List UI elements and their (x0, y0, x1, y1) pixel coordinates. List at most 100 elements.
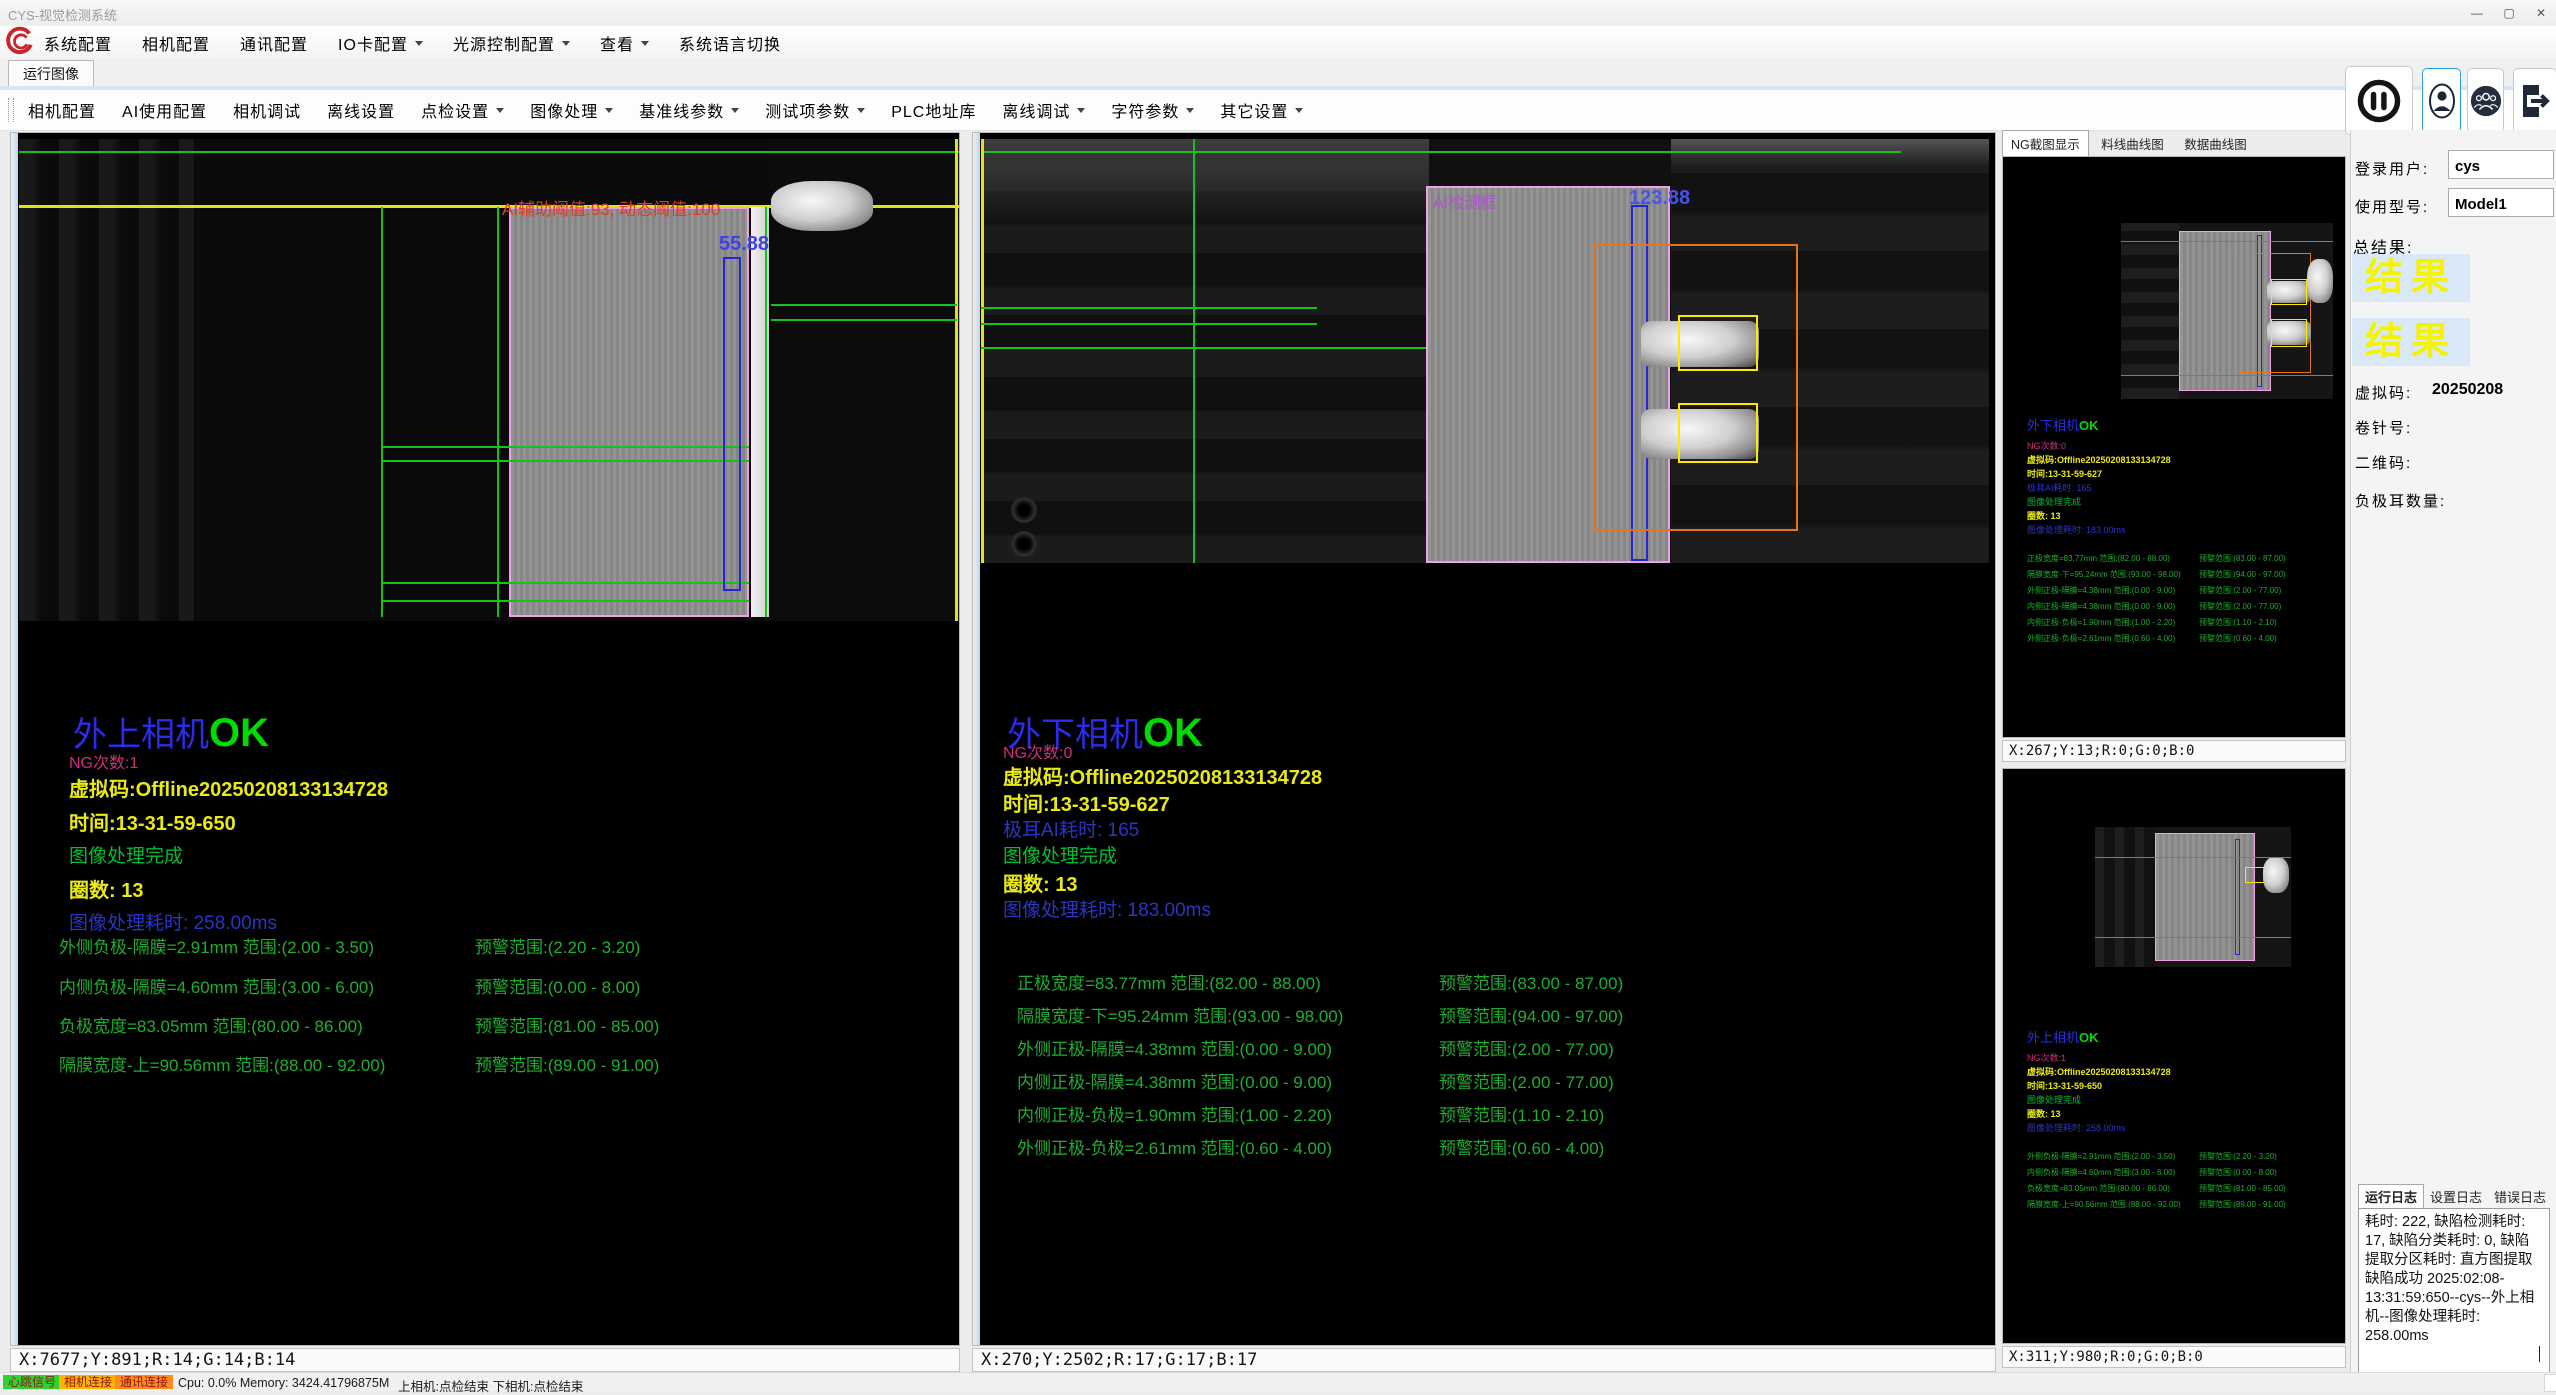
user-button[interactable] (2422, 68, 2461, 133)
measure-rect-orange (1593, 244, 1798, 531)
virtual-code-mini: 虚拟码:Offline20250208133134728 (2027, 1065, 2171, 1078)
users-button[interactable] (2467, 68, 2504, 133)
tab-detect-box-yellow (2271, 279, 2307, 305)
tool-baseline-params[interactable]: 基准线参数 (639, 98, 739, 122)
dropdown-arrow-icon (1295, 108, 1303, 113)
measure-line-h (981, 347, 1429, 349)
exit-button[interactable] (2513, 68, 2556, 133)
toolbar-drag-handle[interactable] (8, 98, 14, 122)
tool-image-processing[interactable]: 图像处理 (530, 98, 613, 122)
measurement-warn: 预警范围:(83.00 - 87.00) (1439, 969, 1623, 994)
process-time-mini: 图像处理耗时: 183.00ms (2027, 523, 2126, 536)
camera-result-title-mini: 外下相机OK (2027, 415, 2099, 434)
tool-test-item-params[interactable]: 测试项参数 (765, 98, 865, 122)
measure-line-h (381, 600, 749, 602)
model-input[interactable] (2448, 188, 2554, 217)
menu-io-card-config[interactable]: IO卡配置 (338, 31, 423, 55)
tool-offline-settings[interactable]: 离线设置 (327, 98, 395, 122)
camera-name: 外上相机 (2027, 1030, 2079, 1045)
close-button[interactable]: ✕ (2526, 2, 2556, 24)
login-user-input[interactable] (2448, 150, 2554, 179)
resize-grip[interactable] (2544, 1374, 2556, 1392)
tab-error-log[interactable]: 错误日志 (2488, 1185, 2552, 1208)
menu-system-config[interactable]: 系统配置 (44, 31, 112, 55)
tab-settings-log[interactable]: 设置日志 (2424, 1185, 2488, 1208)
process-done-mini: 图像处理完成 (2027, 1093, 2081, 1106)
measurement-warn-mini: 预警范围:(1.10 - 2.10) (2199, 617, 2277, 628)
loop-count-label: 圈数: 13 (69, 874, 143, 903)
tab-run-log[interactable]: 运行日志 (2358, 1184, 2424, 1208)
measurement-row-mini: 外侧正极-隔膜=4.38mm 范围:(0.00 - 9.00) (2027, 585, 2175, 596)
tool-camera-config[interactable]: 相机配置 (28, 98, 96, 122)
maximize-button[interactable]: ▢ (2494, 2, 2524, 24)
winding-pin-label: 卷针号: (2355, 417, 2412, 438)
tool-plc-address-lib[interactable]: PLC地址库 (891, 98, 976, 122)
measure-line-h (771, 304, 957, 306)
tool-offline-debug[interactable]: 离线调试 (1002, 98, 1085, 122)
time-label: 时间:13-31-59-650 (69, 807, 236, 836)
measurement-row: 正极宽度=83.77mm 范围:(82.00 - 88.00) (1017, 969, 1321, 994)
upper-camera-image: 55.88 AI辅助阈值:93, 动态阈值:100 (19, 139, 959, 621)
qr-code-label: 二维码: (2355, 452, 2412, 473)
process-done-label: 图像处理完成 (69, 841, 183, 868)
lower-camera-image: AI检测框 123.88 (981, 139, 1989, 563)
pause-button[interactable] (2345, 66, 2413, 135)
screw-dot (1011, 531, 1037, 557)
menu-view[interactable]: 查看 (600, 31, 649, 55)
measurement-warn-mini: 预警范围:(81.00 - 85.00) (2199, 1183, 2286, 1194)
tool-spot-check-settings[interactable]: 点检设置 (421, 98, 504, 122)
minimize-button[interactable]: — (2462, 2, 2492, 24)
tool-ai-use-config[interactable]: AI使用配置 (122, 98, 207, 122)
tool-camera-debug[interactable]: 相机调试 (233, 98, 301, 122)
title-bar: CYS-视觉检测系统 — ▢ ✕ (0, 0, 2556, 27)
result-ok: OK (2079, 1030, 2099, 1045)
menu-light-control-config[interactable]: 光源控制配置 (453, 31, 570, 55)
measurement-warn-mini: 预警范围:(0.00 - 8.00) (2199, 1167, 2277, 1178)
menu-comm-config[interactable]: 通讯配置 (240, 31, 308, 55)
dropdown-arrow-icon (562, 41, 570, 46)
dropdown-arrow-icon (641, 41, 649, 46)
upper-camera-cursor-status: X:7677;Y:891;R:14;G:14;B:14 (10, 1348, 960, 1372)
lower-camera-panel[interactable]: AI检测框 123.88 外下相机OK NG次数:0 虚拟码:Offline20… (972, 132, 1996, 1346)
tab-ng-screenshot[interactable]: NG截图显示 (2002, 130, 2089, 156)
ng-preview-1[interactable]: 外下相机OK NG次数:0 虚拟码:Offline202502081331347… (2002, 156, 2346, 738)
panel-scrollbar[interactable] (11, 133, 18, 1345)
measurement-row-mini: 内侧正极-隔膜=4.38mm 范围:(0.00 - 9.00) (2027, 601, 2175, 612)
tool-other-settings[interactable]: 其它设置 (1220, 98, 1303, 122)
loop-count-mini: 圈数: 13 (2027, 509, 2061, 522)
measure-line-h (981, 307, 1317, 309)
app-logo-icon (4, 26, 34, 61)
loop-count-label: 圈数: 13 (1003, 868, 1077, 897)
edge-line-yellow (955, 139, 958, 621)
metal-tab-blob (2263, 857, 2289, 893)
reference-line (19, 151, 959, 153)
tab-data-curve[interactable]: 数据曲线图 (2176, 131, 2255, 156)
text-cursor (2539, 1346, 2540, 1362)
log-text-area[interactable]: 耗时: 222, 缺陷检测耗时: 17, 缺陷分类耗时: 0, 缺陷提取分区耗时… (2358, 1208, 2550, 1388)
menu-language-switch[interactable]: 系统语言切换 (679, 31, 781, 55)
tool-char-params[interactable]: 字符参数 (1111, 98, 1194, 122)
process-done-mini: 图像处理完成 (2027, 495, 2081, 508)
measurement-row: 内侧正极-隔膜=4.38mm 范围:(0.00 - 9.00) (1017, 1068, 1332, 1093)
measurement-row-mini: 外侧负极-隔膜=2.91mm 范围:(2.00 - 3.50) (2027, 1151, 2175, 1162)
measurement-row: 外侧正极-隔膜=4.38mm 范围:(0.00 - 9.00) (1017, 1035, 1332, 1060)
measurement-row-mini: 内侧负极-隔膜=4.60mm 范围:(3.00 - 6.00) (2027, 1167, 2175, 1178)
measurement-warn-mini: 预警范围:(94.00 - 97.00) (2199, 569, 2286, 580)
virtual-code-value: 20250208 (2432, 381, 2503, 399)
dropdown-arrow-icon (496, 108, 504, 113)
ng-preview-2[interactable]: 外上相机OK NG次数:1 虚拟码:Offline202502081331347… (2002, 768, 2346, 1344)
measurement-warn-mini: 预警范围:(89.00 - 91.00) (2199, 1199, 2286, 1210)
measurement-warn: 预警范围:(0.00 - 8.00) (475, 973, 640, 998)
view-tab-row (0, 58, 2556, 86)
loop-count-mini: 圈数: 13 (2027, 1107, 2061, 1120)
ng-count-label: NG次数:0 (1003, 739, 1072, 763)
panel-scrollbar[interactable] (973, 133, 980, 1345)
measurement-warn: 预警范围:(2.20 - 3.20) (475, 933, 640, 958)
tab-run-image[interactable]: 运行图像 (8, 60, 94, 87)
menu-camera-config[interactable]: 相机配置 (142, 31, 210, 55)
measurement-row-mini: 隔膜宽度-上=90.56mm 范围:(88.00 - 92.00) (2027, 1199, 2181, 1210)
metal-tab-blob (2307, 259, 2333, 303)
window-title: CYS-视觉检测系统 (8, 5, 117, 24)
tab-feed-curve[interactable]: 料线曲线图 (2093, 131, 2172, 156)
upper-camera-panel[interactable]: 55.88 AI辅助阈值:93, 动态阈值:100 外上相机OK NG次数:1 … (10, 132, 960, 1346)
